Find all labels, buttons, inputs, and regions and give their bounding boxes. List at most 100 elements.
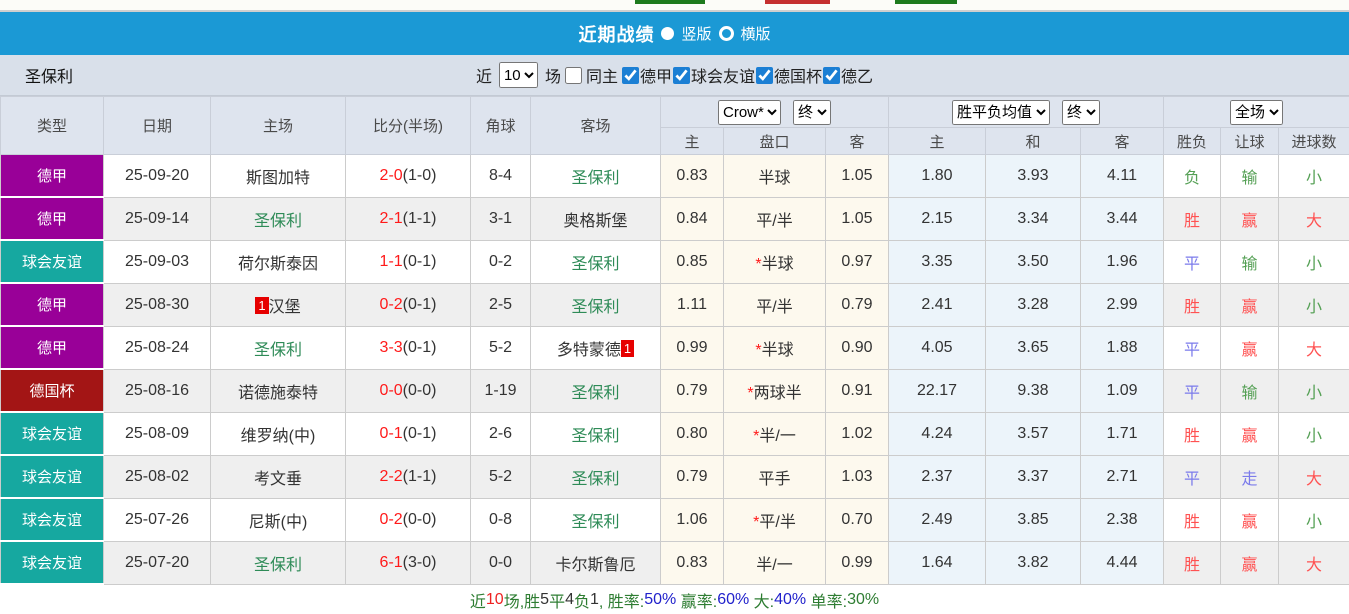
away-team-name[interactable]: 圣保利 [571,471,619,488]
home-team-cell[interactable]: 荷尔斯泰因 [211,240,346,283]
home-team-cell[interactable]: 斯图加特 [211,155,346,198]
score-cell: 2-1(1-1) [346,197,471,240]
match-date-cell: 25-08-02 [104,455,211,498]
summary-segment: 5 [540,591,549,609]
avg-home-cell: 4.05 [889,326,986,369]
top-strip [0,0,1349,12]
avg-time-select[interactable]: 终 [1062,100,1100,125]
handicap-cell: *两球半 [724,369,826,412]
halftime-score: (1-1) [403,468,437,485]
home-team-name[interactable]: 汉堡 [269,299,301,316]
league-checkbox[interactable] [622,67,639,84]
col-header-type: 类型 [1,97,104,155]
home-team-name[interactable]: 圣保利 [254,557,302,574]
vertical-layout-radio[interactable] [661,27,674,40]
home-team-cell[interactable]: 尼斯(中) [211,498,346,541]
away-team-cell[interactable]: 圣保利 [531,240,661,283]
away-team-cell[interactable]: 圣保利 [531,498,661,541]
handicap-text: 平/半 [756,299,792,316]
handicap-result-cell: 输 [1221,240,1279,283]
match-date-cell: 25-09-03 [104,240,211,283]
home-team-cell[interactable]: 诺德施泰特 [211,369,346,412]
away-team-cell[interactable]: 圣保利 [531,412,661,455]
corner-cell: 0-2 [471,240,531,283]
away-team-name[interactable]: 圣保利 [571,385,619,402]
away-team-name[interactable]: 圣保利 [571,428,619,445]
home-team-name[interactable]: 圣保利 [254,213,302,230]
away-team-name[interactable]: 圣保利 [571,170,619,187]
away-team-name[interactable]: 圣保利 [571,514,619,531]
vertical-layout-label[interactable]: 竖版 [681,23,711,44]
goals-cell: 大 [1279,197,1349,240]
away-team-cell[interactable]: 圣保利 [531,369,661,412]
home-team-cell[interactable]: 圣保利 [211,541,346,584]
handicap-text: 半球 [762,256,794,273]
avg-draw-cell: 3.37 [986,455,1081,498]
period-select[interactable]: 全场 [1230,100,1283,125]
away-team-cell[interactable]: 圣保利 [531,283,661,326]
away-team-cell[interactable]: 奥格斯堡 [531,197,661,240]
corner-cell: 1-19 [471,369,531,412]
cutoff-tab-edge [635,0,705,4]
halftime-score: (0-0) [403,511,437,528]
away-team-cell[interactable]: 圣保利 [531,155,661,198]
home-team-cell[interactable]: 维罗纳(中) [211,412,346,455]
summary-segment: 60% [717,591,749,609]
away-team-name[interactable]: 卡尔斯鲁厄 [555,557,635,574]
league-checkbox-label[interactable]: 德国杯 [774,63,822,87]
home-team-name[interactable]: 诺德施泰特 [238,385,318,402]
home-team-name[interactable]: 考文垂 [254,471,302,488]
odds-home-cell: 1.06 [661,498,724,541]
league-checkbox[interactable] [823,67,840,84]
away-team-name[interactable]: 多特蒙德 [557,342,621,359]
col-header-score: 比分(半场) [346,97,471,155]
away-team-cell[interactable]: 多特蒙德1 [531,326,661,369]
result-cell: 平 [1164,369,1221,412]
avg-type-select[interactable]: 胜平负均值 [952,100,1050,125]
away-team-cell[interactable]: 圣保利 [531,455,661,498]
home-team-name[interactable]: 维罗纳(中) [241,428,316,445]
horizontal-layout-label[interactable]: 横版 [741,23,771,44]
away-team-name[interactable]: 圣保利 [571,256,619,273]
home-team-name[interactable]: 尼斯(中) [249,514,308,531]
home-team-cell[interactable]: 考文垂 [211,455,346,498]
home-team-name[interactable]: 斯图加特 [246,170,310,187]
odds-away-cell: 1.05 [826,155,889,198]
bookmaker-select[interactable]: Crow* [718,100,781,125]
league-checkbox[interactable] [673,67,690,84]
league-checkbox[interactable] [756,67,773,84]
odds-away-cell: 0.70 [826,498,889,541]
match-count-select[interactable]: 10 [499,62,538,88]
league-checkbox-label[interactable]: 球会友谊 [691,63,755,87]
horizontal-layout-radio[interactable] [719,26,734,41]
league-checkbox-label[interactable]: 德甲 [640,63,672,87]
home-team-cell[interactable]: 圣保利 [211,197,346,240]
match-date-cell: 25-09-20 [104,155,211,198]
halftime-score: (0-1) [403,296,437,313]
handicap-text: 半/一 [756,557,792,574]
league-checkbox-label[interactable]: 德乙 [841,63,873,87]
home-team-cell[interactable]: 圣保利 [211,326,346,369]
home-team-name[interactable]: 圣保利 [254,342,302,359]
summary-segment: 1 [590,591,599,609]
avg-away-cell: 1.88 [1081,326,1164,369]
handicap-text: 半/一 [759,428,795,445]
away-team-name[interactable]: 奥格斯堡 [563,213,627,230]
same-home-checkbox[interactable] [565,67,582,84]
goals-cell: 大 [1279,541,1349,584]
halftime-score: (1-0) [403,167,437,184]
home-team-cell[interactable]: 1汉堡 [211,283,346,326]
away-team-name[interactable]: 圣保利 [571,299,619,316]
avg-draw-cell: 3.34 [986,197,1081,240]
fulltime-score: 3-3 [380,339,403,356]
summary-segment: 10 [486,591,504,609]
avg-home-cell: 3.35 [889,240,986,283]
league-type-cell: 球会友谊 [1,240,104,283]
score-cell: 0-2(0-0) [346,498,471,541]
avg-draw-cell: 9.38 [986,369,1081,412]
handicap-result-cell: 赢 [1221,283,1279,326]
away-team-cell[interactable]: 卡尔斯鲁厄 [531,541,661,584]
summary-segment: 赢率: [676,588,717,612]
odds-time-select[interactable]: 终 [793,100,831,125]
home-team-name[interactable]: 荷尔斯泰因 [238,256,318,273]
